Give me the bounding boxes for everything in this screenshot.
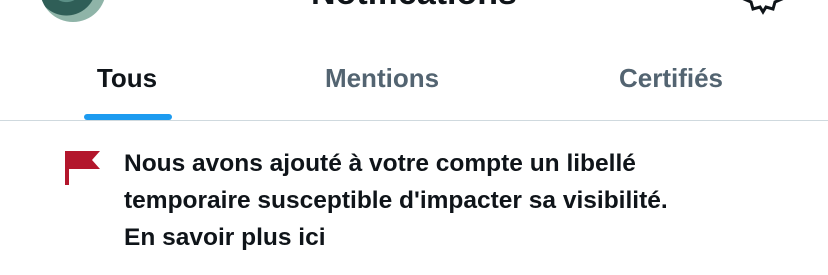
page-title: Notifications <box>0 0 828 13</box>
notification-tabs: Tous Mentions Certifiés <box>0 40 828 120</box>
notice-line: Nous avons ajouté à votre compte un libe… <box>124 150 636 177</box>
tab-certifies[interactable]: Certifiés <box>560 40 782 120</box>
flag-icon <box>65 151 100 185</box>
top-bar: Notifications <box>0 0 828 40</box>
tab-mentions[interactable]: Mentions <box>260 40 504 120</box>
notice-message: Nous avons ajouté à votre compte un libe… <box>124 145 814 256</box>
learn-more-link[interactable]: En savoir plus ici <box>124 219 814 256</box>
notice-line: temporaire susceptible d'impacter sa vis… <box>124 187 668 214</box>
settings-gear-icon[interactable] <box>738 0 788 16</box>
account-label-notice[interactable]: Nous avons ajouté à votre compte un libe… <box>0 121 828 275</box>
tab-tous[interactable]: Tous <box>40 40 214 120</box>
